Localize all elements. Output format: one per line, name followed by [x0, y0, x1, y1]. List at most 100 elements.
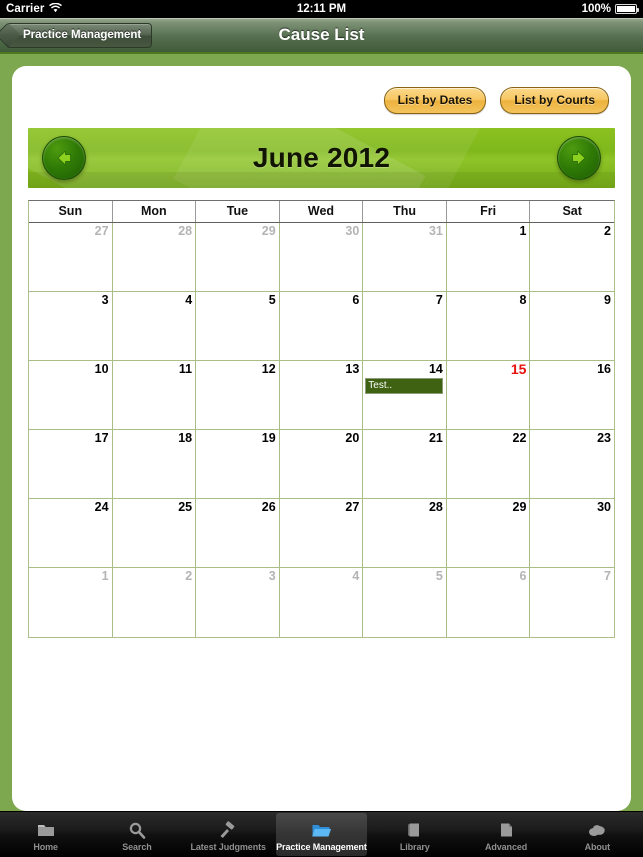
- calendar-day-cell[interactable]: 19: [196, 430, 280, 498]
- calendar-day-cell[interactable]: 4: [280, 568, 364, 637]
- calendar-day-cell[interactable]: 3: [29, 292, 113, 360]
- calendar-day-cell[interactable]: 5: [363, 568, 447, 637]
- calendar-day-number: 19: [261, 431, 276, 445]
- calendar-day-cell[interactable]: 31: [363, 223, 447, 291]
- tab-about[interactable]: About: [552, 812, 643, 857]
- calendar-day-cell[interactable]: 2: [113, 568, 197, 637]
- calendar-day-number: 6: [352, 293, 360, 307]
- toolbar: List by Dates List by Courts: [12, 66, 631, 114]
- calendar-day-number: 1: [519, 224, 527, 238]
- calendar-day-cell[interactable]: 1: [447, 223, 531, 291]
- calendar-day-cell[interactable]: 26: [196, 499, 280, 567]
- calendar-day-cell[interactable]: 16: [530, 361, 614, 429]
- calendar-week-row: 10 11 12 13 14 Test.. 15 16: [29, 361, 614, 430]
- next-month-button[interactable]: [557, 136, 601, 180]
- calendar-day-number: 29: [261, 224, 276, 238]
- calendar-day-cell[interactable]: 3: [196, 568, 280, 637]
- calendar-event-chip[interactable]: Test..: [365, 378, 443, 394]
- calendar-day-cell[interactable]: 30: [280, 223, 364, 291]
- tab-advanced[interactable]: Advanced: [460, 812, 551, 857]
- tab-label: Search: [122, 842, 152, 852]
- calendar-day-number: 29: [512, 500, 527, 514]
- calendar-day-number: 21: [428, 431, 443, 445]
- calendar-day-cell[interactable]: 24: [29, 499, 113, 567]
- tab-library[interactable]: Library: [369, 812, 460, 857]
- calendar-day-cell[interactable]: 8: [447, 292, 531, 360]
- calendar-day-number: 26: [261, 500, 276, 514]
- calendar-week-row: 27 28 29 30 31 1 2: [29, 223, 614, 292]
- calendar-day-cell[interactable]: 1: [29, 568, 113, 637]
- cloud-icon: [586, 819, 608, 841]
- back-button-practice-management[interactable]: Practice Management: [6, 22, 153, 48]
- wifi-icon: [49, 2, 63, 16]
- calendar-day-number: 8: [519, 293, 527, 307]
- tab-latest-judgments[interactable]: Latest Judgments: [183, 812, 274, 857]
- list-by-courts-button[interactable]: List by Courts: [500, 87, 609, 114]
- weekday-header-thu: Thu: [363, 201, 447, 222]
- calendar-day-cell[interactable]: 7: [530, 568, 614, 637]
- calendar-day-number: 20: [345, 431, 360, 445]
- calendar-day-number: 12: [261, 362, 276, 376]
- document-icon: [495, 819, 517, 841]
- tab-home[interactable]: Home: [0, 812, 91, 857]
- calendar-day-cell[interactable]: 20: [280, 430, 364, 498]
- list-by-dates-button[interactable]: List by Dates: [383, 87, 487, 114]
- calendar-day-cell[interactable]: 11: [113, 361, 197, 429]
- calendar-day-number: 5: [435, 569, 443, 583]
- calendar-day-number: 28: [178, 224, 193, 238]
- calendar-day-cell[interactable]: 6: [280, 292, 364, 360]
- tab-label: Latest Judgments: [190, 842, 266, 852]
- calendar-day-number: 3: [268, 569, 276, 583]
- tab-search[interactable]: Search: [91, 812, 182, 857]
- status-bar-clock: 12:11 PM: [296, 3, 347, 15]
- calendar-day-cell[interactable]: 13: [280, 361, 364, 429]
- banner-shadow-band: [28, 172, 615, 188]
- calendar-day-cell[interactable]: 29: [196, 223, 280, 291]
- calendar-day-cell[interactable]: 4: [113, 292, 197, 360]
- calendar-day-cell[interactable]: 27: [29, 223, 113, 291]
- calendar-day-cell[interactable]: 10: [29, 361, 113, 429]
- calendar-day-number: 27: [94, 224, 109, 238]
- calendar-day-number: 2: [185, 569, 193, 583]
- calendar-day-number: 13: [345, 362, 360, 376]
- calendar-day-number: 27: [345, 500, 360, 514]
- calendar-day-cell[interactable]: 12: [196, 361, 280, 429]
- status-bar: Carrier 12:11 PM 100%: [0, 0, 643, 18]
- calendar-day-cell[interactable]: 5: [196, 292, 280, 360]
- tab-practice-management[interactable]: Practice Management: [275, 813, 368, 856]
- calendar-day-cell[interactable]: 6: [447, 568, 531, 637]
- calendar-day-cell[interactable]: 21: [363, 430, 447, 498]
- calendar-day-cell[interactable]: 2: [530, 223, 614, 291]
- carrier-label: Carrier: [6, 3, 45, 15]
- previous-month-button[interactable]: [42, 136, 86, 180]
- arrow-left-icon: [52, 146, 76, 170]
- calendar-week-row: 24 25 26 27 28 29 30: [29, 499, 614, 568]
- open-folder-blue-icon: [310, 819, 332, 841]
- calendar-week-row: 1 2 3 4 5 6 7: [29, 568, 614, 637]
- calendar-day-number: 10: [94, 362, 109, 376]
- calendar-day-number: 1: [101, 569, 109, 583]
- calendar-day-number: 17: [94, 431, 109, 445]
- calendar-day-cell[interactable]: 15: [447, 361, 531, 429]
- tab-label: About: [584, 842, 611, 852]
- calendar-day-cell[interactable]: 29: [447, 499, 531, 567]
- calendar-day-number: 3: [101, 293, 109, 307]
- calendar-week-row: 3 4 5 6 7 8 9: [29, 292, 614, 361]
- calendar-day-cell[interactable]: 30: [530, 499, 614, 567]
- calendar-day-cell[interactable]: 9: [530, 292, 614, 360]
- calendar-day-number: 5: [268, 293, 276, 307]
- calendar-day-cell[interactable]: 22: [447, 430, 531, 498]
- calendar-day-cell[interactable]: 23: [530, 430, 614, 498]
- calendar-day-cell[interactable]: 18: [113, 430, 197, 498]
- calendar-day-cell[interactable]: 17: [29, 430, 113, 498]
- calendar-day-number: 24: [94, 500, 109, 514]
- calendar-day-cell[interactable]: 7: [363, 292, 447, 360]
- calendar-day-number: 7: [604, 569, 611, 583]
- calendar-day-cell[interactable]: 14 Test..: [363, 361, 447, 429]
- calendar-day-cell[interactable]: 28: [113, 223, 197, 291]
- weekday-header-row: Sun Mon Tue Wed Thu Fri Sat: [29, 201, 614, 223]
- calendar-day-cell[interactable]: 27: [280, 499, 364, 567]
- calendar-day-cell[interactable]: 25: [113, 499, 197, 567]
- calendar-day-cell[interactable]: 28: [363, 499, 447, 567]
- calendar-grid: Sun Mon Tue Wed Thu Fri Sat 27 28 29 30 31 1 2 3 4 5 6 7 8…: [28, 200, 615, 638]
